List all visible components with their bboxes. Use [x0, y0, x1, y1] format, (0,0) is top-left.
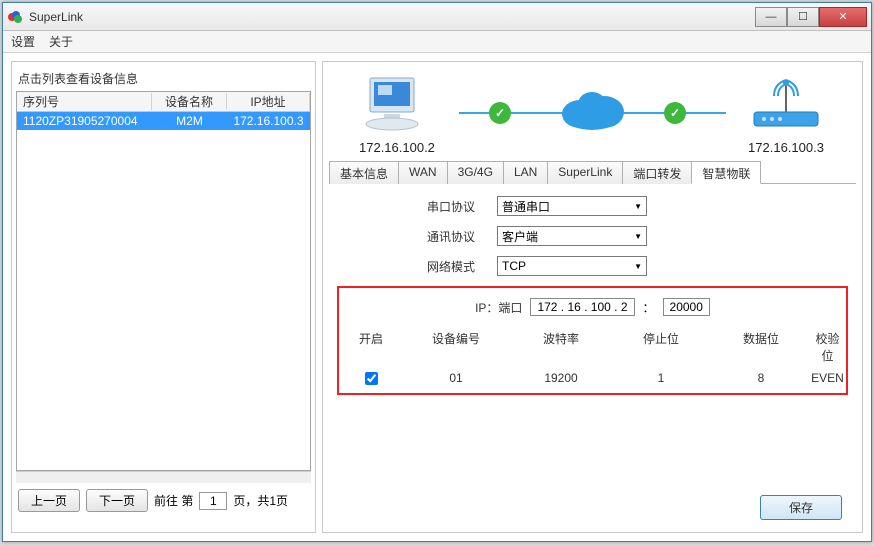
cell-data[interactable]: 8 — [711, 371, 811, 385]
router-icon — [746, 74, 826, 138]
maximize-button[interactable]: ☐ — [787, 7, 819, 27]
computer-node: 172.16.100.2 — [359, 74, 435, 155]
device-table: 序列号 设备名称 IP地址 1120ZP31905270004 M2M 172.… — [16, 91, 311, 471]
serial-grid-row: 01 19200 1 8 EVEN — [341, 369, 844, 387]
detail-panel: ✓ ✓ 172.16.100.2 — [322, 61, 863, 533]
header-enable: 开启 — [341, 330, 401, 364]
pager: 上一页 下一页 前往 第 页，共1页 — [16, 483, 311, 518]
row-serial-proto: 串口协议 普通串口 ▼ — [337, 196, 848, 216]
dropdown-comm-proto[interactable]: 客户端 ▼ — [497, 226, 647, 246]
computer-icon — [362, 74, 432, 138]
header-parity: 校验位 — [811, 330, 844, 364]
header-stop: 停止位 — [611, 330, 711, 364]
header-data: 数据位 — [711, 330, 811, 364]
cloud-node — [556, 86, 630, 132]
tab-bar: 基本信息 WAN 3G/4G LAN SuperLink 端口转发 智慧物联 — [329, 160, 856, 184]
device-list-hint: 点击列表查看设备信息 — [16, 66, 311, 91]
tab-portfwd[interactable]: 端口转发 — [622, 161, 692, 184]
router-ip: 172.16.100.3 — [748, 140, 824, 155]
row-ip-port: IP：端口 172 . 16 . 100 . 2 ： 20000 — [341, 298, 844, 316]
prev-page-button[interactable]: 上一页 — [18, 489, 80, 512]
header-serial[interactable]: 序列号 — [17, 93, 152, 110]
cell-ip: 172.16.100.3 — [227, 114, 310, 128]
cell-baud[interactable]: 19200 — [511, 371, 611, 385]
device-table-header: 序列号 设备名称 IP地址 — [17, 92, 310, 112]
label-comm-proto: 通讯协议 — [427, 228, 497, 245]
highlighted-config: IP：端口 172 . 16 . 100 . 2 ： 20000 开启 设备编号… — [337, 286, 848, 395]
enable-checkbox[interactable] — [365, 372, 378, 385]
window-controls: — ☐ ✕ — [755, 7, 867, 27]
tab-wan[interactable]: WAN — [398, 161, 448, 184]
dropdown-value: 普通串口 — [502, 198, 550, 215]
pager-total-label: 页，共1页 — [233, 492, 288, 509]
app-window: SuperLink — ☐ ✕ 设置 关于 点击列表查看设备信息 序列号 设备名… — [2, 2, 872, 542]
minimize-button[interactable]: — — [755, 7, 787, 27]
dropdown-value: 客户端 — [502, 228, 538, 245]
chevron-down-icon: ▼ — [634, 202, 642, 211]
port-colon: ： — [643, 299, 655, 316]
save-area: 保存 — [329, 489, 856, 526]
cloud-icon — [556, 86, 630, 132]
close-button[interactable]: ✕ — [819, 7, 867, 27]
cell-parity[interactable]: EVEN — [811, 371, 844, 385]
tab-lan[interactable]: LAN — [503, 161, 548, 184]
menu-about[interactable]: 关于 — [49, 33, 73, 50]
next-page-button[interactable]: 下一页 — [86, 489, 148, 512]
port-input[interactable]: 20000 — [663, 298, 710, 316]
ip-input[interactable]: 172 . 16 . 100 . 2 — [530, 298, 634, 316]
tab-content-iot: 串口协议 普通串口 ▼ 通讯协议 客户端 ▼ 网络模式 T — [329, 184, 856, 489]
dropdown-net-mode[interactable]: TCP ▼ — [497, 256, 647, 276]
cell-name: M2M — [152, 114, 227, 128]
cell-serial: 1120ZP31905270004 — [17, 114, 152, 128]
menubar: 设置 关于 — [3, 31, 871, 53]
label-serial-proto: 串口协议 — [427, 198, 497, 215]
titlebar: SuperLink — ☐ ✕ — [3, 3, 871, 31]
device-row[interactable]: 1120ZP31905270004 M2M 172.16.100.3 — [17, 112, 310, 130]
tab-3g4g[interactable]: 3G/4G — [447, 161, 504, 184]
horizontal-scrollbar[interactable] — [16, 471, 311, 483]
cell-stop[interactable]: 1 — [611, 371, 711, 385]
tab-iot[interactable]: 智慧物联 — [691, 161, 761, 184]
cell-devno[interactable]: 01 — [401, 371, 511, 385]
row-net-mode: 网络模式 TCP ▼ — [337, 256, 848, 276]
app-icon — [7, 9, 23, 25]
pager-page-input[interactable] — [199, 492, 227, 510]
window-title: SuperLink — [29, 10, 755, 24]
row-comm-proto: 通讯协议 客户端 ▼ — [337, 226, 848, 246]
computer-ip: 172.16.100.2 — [359, 140, 435, 155]
content: 点击列表查看设备信息 序列号 设备名称 IP地址 1120ZP319052700… — [3, 53, 871, 541]
check-icon: ✓ — [664, 102, 686, 124]
header-name[interactable]: 设备名称 — [152, 93, 227, 110]
header-devno: 设备编号 — [401, 330, 511, 364]
menu-settings[interactable]: 设置 — [11, 33, 35, 50]
header-ip[interactable]: IP地址 — [227, 93, 310, 110]
chevron-down-icon: ▼ — [634, 262, 642, 271]
header-baud: 波特率 — [511, 330, 611, 364]
router-node: 172.16.100.3 — [746, 74, 826, 155]
dropdown-value: TCP — [502, 259, 526, 273]
serial-grid-header: 开启 设备编号 波特率 停止位 数据位 校验位 — [341, 326, 844, 369]
dropdown-serial-proto[interactable]: 普通串口 ▼ — [497, 196, 647, 216]
label-net-mode: 网络模式 — [427, 258, 497, 275]
device-list-panel: 点击列表查看设备信息 序列号 设备名称 IP地址 1120ZP319052700… — [11, 61, 316, 533]
tab-basic[interactable]: 基本信息 — [329, 161, 399, 184]
tab-superlink[interactable]: SuperLink — [547, 161, 623, 184]
save-button[interactable]: 保存 — [760, 495, 842, 520]
pager-goto-label: 前往 第 — [154, 492, 193, 509]
topology-diagram: ✓ ✓ 172.16.100.2 — [329, 68, 856, 160]
check-icon: ✓ — [489, 102, 511, 124]
chevron-down-icon: ▼ — [634, 232, 642, 241]
label-ip-port: IP：端口 — [475, 299, 522, 316]
